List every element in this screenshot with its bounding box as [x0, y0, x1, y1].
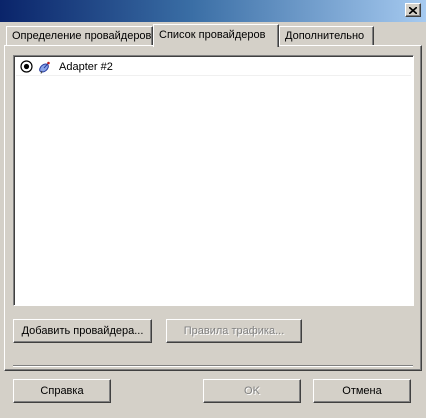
tab-label: Дополнительно — [285, 30, 365, 42]
satellite-dish-icon — [39, 61, 50, 74]
tab-advanced[interactable]: Дополнительно — [279, 26, 374, 46]
traffic-rules-button: Правила трафика... — [166, 319, 302, 343]
tab-provider-detection[interactable]: Определение провайдеров — [6, 26, 153, 46]
cancel-button[interactable]: Отмена — [313, 379, 411, 403]
title-bar — [0, 0, 426, 22]
help-button[interactable]: Справка — [13, 379, 111, 403]
tab-label: Определение провайдеров — [12, 30, 152, 42]
close-button[interactable] — [405, 3, 421, 17]
provider-name: Adapter #2 — [59, 60, 113, 73]
list-item[interactable]: Adapter #2 — [16, 58, 411, 76]
separator — [13, 365, 413, 367]
provider-list[interactable]: Adapter #2 — [13, 55, 414, 306]
radio-selected-icon[interactable] — [20, 60, 33, 73]
tab-provider-list[interactable]: Список провайдеров — [153, 24, 279, 47]
tab-label: Список провайдеров — [159, 29, 266, 41]
add-provider-button[interactable]: Добавить провайдера... — [13, 319, 152, 343]
ok-button: OK — [203, 379, 301, 403]
close-icon — [409, 6, 417, 14]
